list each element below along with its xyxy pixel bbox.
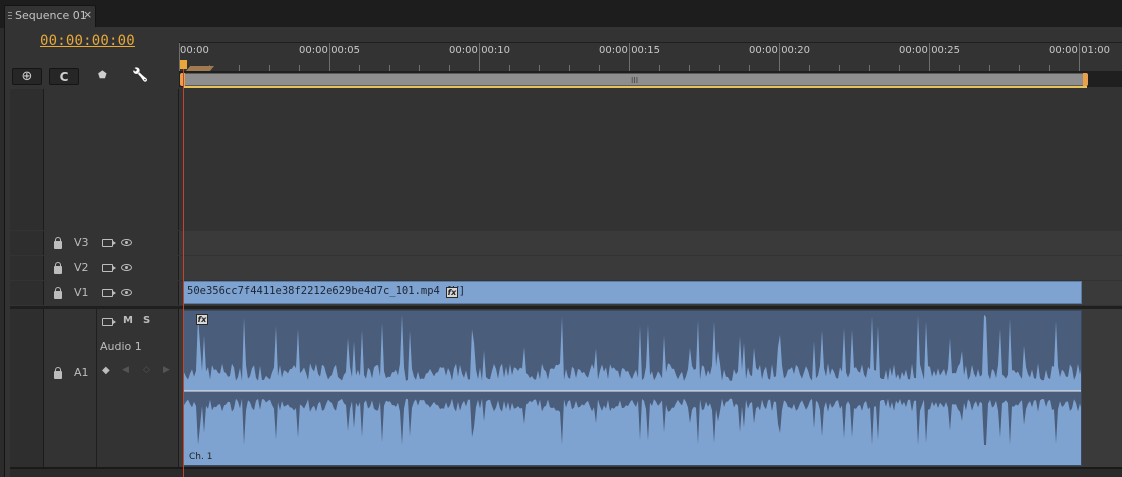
- zoom-scrollbar[interactable]: III: [183, 73, 1087, 86]
- track-v1-header: V1: [44, 281, 179, 305]
- audio-clip[interactable]: fx Ch. 1: [183, 310, 1082, 466]
- clip-name: 50e356cc7f4411e38f2212e629be4d7c_101.mp4…: [187, 285, 466, 297]
- empty-header-a: [10, 89, 44, 230]
- audio-waveform: [184, 314, 1081, 465]
- track-v3-header: V3: [44, 231, 179, 255]
- next-keyframe-icon[interactable]: ▶: [163, 365, 170, 375]
- track-name[interactable]: V2: [74, 261, 89, 274]
- playhead-line: [183, 69, 184, 477]
- track-v3-lane[interactable]: [179, 231, 1122, 255]
- camera-icon[interactable]: [102, 289, 116, 297]
- solo-button[interactable]: S: [143, 315, 150, 326]
- fx-badge[interactable]: fx: [196, 314, 208, 325]
- ruler-tick: [329, 43, 330, 72]
- snap-button[interactable]: ⊕: [12, 68, 42, 85]
- work-area-bar: [183, 86, 1087, 88]
- ruler-tick: [779, 43, 780, 72]
- camera-icon[interactable]: [102, 318, 116, 326]
- track-v3-col-a: [10, 231, 44, 255]
- add-marker-icon[interactable]: ⬟: [98, 70, 107, 81]
- waveform-lower: [184, 392, 1081, 465]
- track-v2-header: V2: [44, 256, 179, 280]
- zoom-right-handle[interactable]: [1083, 73, 1088, 86]
- lock-icon[interactable]: [54, 237, 62, 249]
- close-icon[interactable]: ×: [83, 8, 92, 21]
- track-v2-col-a: [10, 256, 44, 280]
- lock-icon[interactable]: [54, 287, 62, 299]
- keyframe-icon[interactable]: ◇: [143, 365, 150, 375]
- camera-icon[interactable]: [102, 264, 116, 272]
- add-keyframe-icon[interactable]: ◆: [102, 365, 110, 376]
- snap-icon: ⊕: [21, 69, 33, 84]
- ruler-tick: [479, 43, 480, 72]
- tab-label: Sequence 01: [15, 9, 87, 22]
- ruler-tick: [929, 43, 930, 72]
- empty-header-b: [44, 89, 179, 230]
- playhead-handle[interactable]: [180, 60, 187, 69]
- lock-icon[interactable]: [54, 367, 62, 379]
- waveform-upper: [184, 314, 1081, 391]
- time-ruler[interactable]: 00:00 00:00:00:05 00:00:00:10 00:00:00:1…: [179, 42, 1122, 72]
- empty-video-area[interactable]: [179, 89, 1122, 230]
- ruler-tick: [629, 43, 630, 72]
- track-name[interactable]: V3: [74, 236, 89, 249]
- grip-icon: III: [631, 76, 639, 85]
- track-a1-col-a: [10, 309, 44, 467]
- track-v1-col-a: [10, 281, 44, 305]
- video-clip[interactable]: 50e356cc7f4411e38f2212e629be4d7c_101.mp4…: [183, 281, 1082, 304]
- playhead-timecode[interactable]: 00:00:00:00: [40, 33, 135, 49]
- ruler-tick: [1079, 43, 1080, 72]
- lock-icon[interactable]: [54, 262, 62, 274]
- grip-icon[interactable]: [8, 12, 12, 21]
- track-name[interactable]: V1: [74, 286, 89, 299]
- prev-keyframe-icon[interactable]: ◀: [122, 365, 129, 375]
- eye-icon[interactable]: [121, 289, 132, 296]
- work-area-marker[interactable]: [186, 66, 214, 71]
- channel-label: Ch. 1: [187, 452, 215, 462]
- track-a2-stub: [10, 467, 1122, 477]
- track-v2-lane[interactable]: [179, 256, 1122, 280]
- linked-selection-icon: C: [59, 69, 69, 84]
- wrench-icon[interactable]: 🔧: [132, 68, 148, 83]
- fx-badge[interactable]: fx: [446, 287, 458, 298]
- eye-icon[interactable]: [121, 239, 132, 246]
- tab-sequence-01[interactable]: Sequence 01 ×: [4, 5, 96, 27]
- mute-button[interactable]: M: [123, 315, 133, 326]
- track-a1-header: A1 M S Audio 1 ◆ ◀ ◇ ▶: [44, 309, 179, 467]
- track-label[interactable]: Audio 1: [100, 340, 142, 353]
- linked-selection-button[interactable]: C: [49, 68, 79, 85]
- track-name[interactable]: A1: [74, 366, 89, 379]
- ruler-label: 00:00: [180, 45, 209, 56]
- camera-icon[interactable]: [102, 239, 116, 247]
- panel-tab-bar: Sequence 01 ×: [0, 0, 1122, 28]
- timeline-panel: 00:00:00:00 ⊕ C ⬟ 🔧 00:00 00:00:00:05 00…: [4, 27, 1122, 477]
- eye-icon[interactable]: [121, 264, 132, 271]
- header-divider: [96, 309, 97, 467]
